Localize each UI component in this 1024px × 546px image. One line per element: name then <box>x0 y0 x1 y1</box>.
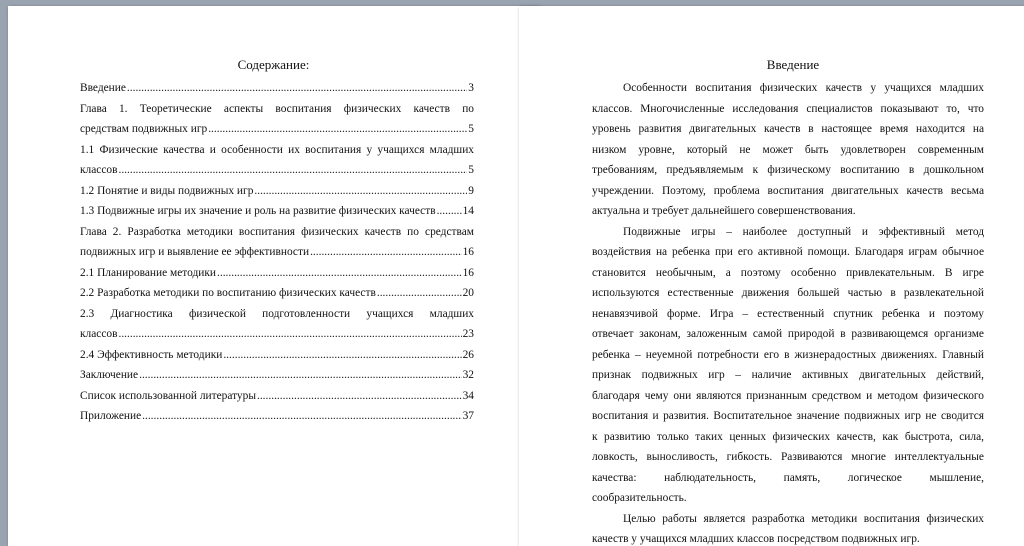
body-text-line: воспитания и развития. Воспитательное зн… <box>592 410 984 422</box>
toc-page-number: 16 <box>462 266 474 279</box>
toc-entry[interactable]: классов 5 <box>80 160 474 181</box>
toc-entry-text: классов <box>80 164 118 176</box>
body-text-line: Подвижные игры – наиболее доступный и эф… <box>623 225 984 238</box>
body-text-line: ловкость, выносливость, гибкость. Развив… <box>592 451 984 463</box>
toc-entry[interactable]: 2.2 Разработка методики по воспитанию фи… <box>80 283 474 304</box>
body-text-line: становится необычным, а поэтому особенно… <box>592 266 984 279</box>
toc-page-number: 3 <box>468 82 474 94</box>
toc-dot-leader <box>118 160 467 181</box>
toc-entry[interactable]: Приложение 37 <box>80 406 474 427</box>
toc-entry[interactable]: Глава 2. Разработка методики воспитания … <box>80 222 474 243</box>
toc-page-number: 26 <box>462 348 474 361</box>
toc-entry-text: подвижных игр и выявление ее эффективнос… <box>80 246 310 258</box>
toc-entry[interactable]: 1.2 Понятие и виды подвижных игр 9 <box>80 181 474 202</box>
toc-dot-leader <box>377 283 462 304</box>
body-text-line: низком уровне, который не может быть удо… <box>592 143 984 156</box>
toc-entry[interactable]: средствам подвижных игр 5 <box>80 119 474 140</box>
introduction-title: Введение <box>766 57 820 72</box>
toc-entry-text: Заключение <box>80 369 139 381</box>
toc-page-number: 5 <box>468 123 474 135</box>
toc-entry-text: 1.3 Подвижные игры их значение и роль на… <box>80 205 436 217</box>
toc-entry-text: Глава 2. Разработка методики воспитания … <box>80 225 474 238</box>
body-text-line: Целью работы является разработка методик… <box>623 512 984 525</box>
toc-entry[interactable]: Список использованной литературы 34 <box>80 386 474 407</box>
toc-dot-leader <box>254 181 467 202</box>
table-of-contents: Введение 3 Глава 1. Теоретические аспекты … <box>80 78 474 427</box>
document-page-contents: Содержание: Введение 3 Глава 1. Теоретичес… <box>8 6 539 546</box>
body-text-line: учреждении. Поэтому, проблема воспитания… <box>592 184 984 197</box>
body-text-line: используются естественные движения больш… <box>592 287 984 299</box>
body-text-line: благодаря чему они являются признанным с… <box>592 389 984 402</box>
toc-dot-leader <box>127 78 467 99</box>
body-text-line: признак подвижных игр – наличие активных… <box>592 369 984 381</box>
toc-entry-text: 2.3 Диагностика физической подготовленно… <box>80 307 474 320</box>
contents-title: Содержание: <box>237 57 310 72</box>
body-text-line: требованиям, предъявляемым к физическому… <box>592 164 984 176</box>
toc-page-number: 37 <box>462 410 474 422</box>
body-text-line: отвечает законам, заложенным самой приро… <box>592 328 984 340</box>
toc-entry[interactable]: 1.1 Физические качества и особенности их… <box>80 140 474 161</box>
body-text-line: качества: наблюдательность, память, логи… <box>592 471 984 484</box>
toc-entry[interactable]: 1.3 Подвижные игры их значение и роль на… <box>80 201 474 222</box>
introduction-body: Особенности воспитания физических качест… <box>592 78 984 546</box>
toc-entry[interactable]: Заключение 32 <box>80 365 474 386</box>
toc-page-number: 23 <box>462 328 474 340</box>
toc-page-number: 32 <box>462 369 474 381</box>
toc-dot-leader <box>208 119 467 140</box>
toc-dot-leader <box>118 324 461 345</box>
body-text-line: качеств у учащихся младших классов посре… <box>592 533 920 545</box>
body-text-line: Особенности воспитания физических качест… <box>623 82 984 94</box>
toc-entry[interactable]: Введение 3 <box>80 78 474 99</box>
body-text-line: к развитию только таких ценных физически… <box>592 430 984 443</box>
toc-entry[interactable]: Глава 1. Теоретические аспекты воспитани… <box>80 99 474 120</box>
toc-entry[interactable]: 2.1 Планирование методики 16 <box>80 263 474 284</box>
toc-dot-leader <box>139 365 462 386</box>
toc-dot-leader <box>257 386 462 407</box>
toc-dot-leader <box>223 345 461 366</box>
toc-entry-text: Приложение <box>80 410 142 422</box>
toc-page-number: 20 <box>462 287 474 299</box>
toc-entry-text: 2.4 Эффективность методики <box>80 348 223 361</box>
body-text-line: классов. Многочисленные исследования спе… <box>592 102 984 115</box>
toc-entry-text: средствам подвижных игр <box>80 123 208 135</box>
toc-page-number: 34 <box>462 389 474 402</box>
body-text-line: актуальна и требует дальнейшего совершен… <box>592 205 856 217</box>
body-text-line: ребенка – неуемной потребности его в жиз… <box>592 348 984 361</box>
toc-entry-text: классов <box>80 328 118 340</box>
toc-entry[interactable]: 2.4 Эффективность методики 26 <box>80 345 474 366</box>
toc-entry[interactable]: классов 23 <box>80 324 474 345</box>
toc-dot-leader <box>217 263 462 284</box>
toc-dot-leader <box>142 406 461 427</box>
body-text-line: сообразительность. <box>592 492 687 504</box>
toc-entry-text: 2.1 Планирование методики <box>80 266 216 279</box>
toc-entry[interactable]: подвижных игр и выявление ее эффективнос… <box>80 242 474 263</box>
toc-dot-leader <box>310 242 462 263</box>
document-page-introduction: Введение Особенности воспитания физическ… <box>519 6 1024 546</box>
toc-page-number: 16 <box>462 246 474 258</box>
body-text-line: воздействия на ребенка при его активной … <box>592 246 984 258</box>
toc-entry-text: Список использованной литературы <box>80 389 256 402</box>
toc-page-number: 14 <box>462 205 474 217</box>
toc-entry-text: 1.2 Понятие и виды подвижных игр <box>80 184 254 197</box>
toc-page-number: 5 <box>468 164 474 176</box>
toc-entry-text: Глава 1. Теоретические аспекты воспитани… <box>80 102 474 115</box>
toc-entry-text: 2.2 Разработка методики по воспитанию фи… <box>80 287 376 299</box>
toc-dot-leader <box>437 201 462 222</box>
toc-page-number: 9 <box>468 184 474 197</box>
toc-entry-text: Введение <box>80 82 126 94</box>
body-text-line: уровень развития двигательных качеств в … <box>592 123 984 135</box>
toc-entry[interactable]: 2.3 Диагностика физической подготовленно… <box>80 304 474 325</box>
body-text-line: ненавязчивой форме. Игра – естественный … <box>592 307 984 320</box>
toc-entry-text: 1.1 Физические качества и особенности их… <box>80 143 474 156</box>
